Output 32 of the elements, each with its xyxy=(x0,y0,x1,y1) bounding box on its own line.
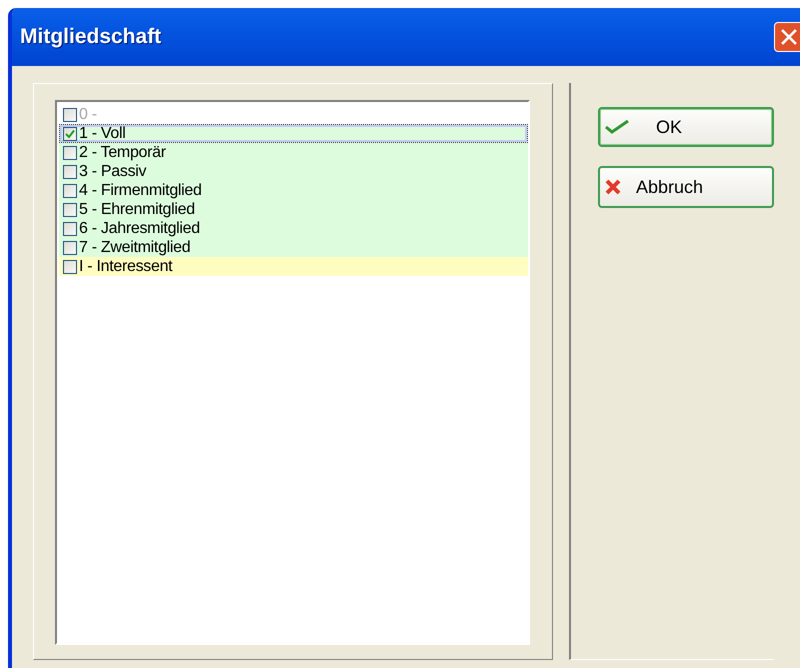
list-item[interactable]: 3 - Passiv xyxy=(59,162,528,181)
item-label: 7 - Zweitmitglied xyxy=(79,238,190,256)
item-label: 2 - Temporär xyxy=(79,144,166,162)
item-label: 3 - Passiv xyxy=(79,162,146,180)
list-item[interactable]: 4 - Firmenmitglied xyxy=(59,181,528,200)
list-item[interactable]: 7 - Zweitmitglied xyxy=(59,238,528,257)
checkbox[interactable] xyxy=(63,240,77,254)
list-item[interactable]: 6 - Jahresmitglied xyxy=(59,219,528,238)
checkbox[interactable] xyxy=(63,202,77,216)
checkbox[interactable] xyxy=(63,126,77,140)
ok-button[interactable]: OK xyxy=(598,107,774,147)
cross-icon xyxy=(604,178,622,196)
list-item[interactable]: 2 - Temporär xyxy=(59,143,528,162)
item-label: 5 - Ehrenmitglied xyxy=(79,200,195,218)
checkbox[interactable] xyxy=(63,260,77,274)
checkbox[interactable] xyxy=(63,146,77,160)
checkbox[interactable] xyxy=(63,222,77,236)
item-label: I - Interessent xyxy=(79,258,172,276)
checkmark-icon xyxy=(604,119,630,135)
item-label: 1 - Voll xyxy=(79,124,126,142)
close-button[interactable] xyxy=(774,22,800,52)
list-item[interactable]: I - Interessent xyxy=(59,257,528,276)
item-label: 0 - xyxy=(79,106,97,124)
list-item[interactable]: 5 - Ehrenmitglied xyxy=(59,200,528,219)
window-title: Mitgliedschaft xyxy=(20,25,162,49)
close-icon xyxy=(780,28,798,46)
item-label: 4 - Firmenmitglied xyxy=(79,182,202,200)
checkbox[interactable] xyxy=(63,164,77,178)
checkbox[interactable] xyxy=(63,184,77,198)
item-label: 6 - Jahresmitglied xyxy=(79,220,200,238)
list-item[interactable]: 1 - Voll xyxy=(59,124,528,143)
cancel-button[interactable]: Abbruch xyxy=(598,166,774,208)
